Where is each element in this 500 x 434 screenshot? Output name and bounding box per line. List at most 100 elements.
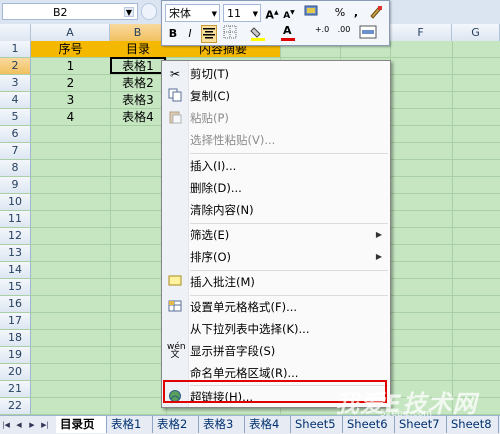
menu-item-clear-contents[interactable]: 清除内容(N) [190, 200, 388, 220]
column-header-a[interactable]: A [31, 24, 110, 41]
borders-icon [223, 25, 237, 39]
row-header[interactable]: 4 [0, 92, 31, 108]
row-header[interactable]: 12 [0, 228, 31, 244]
submenu-arrow-icon: ▶ [375, 252, 382, 261]
row-header[interactable]: 7 [0, 143, 31, 159]
accounting-icon [304, 5, 318, 16]
submenu-arrow-icon: ▶ [375, 230, 382, 239]
cell-a1[interactable]: 序号 [31, 41, 110, 57]
format-painter-icon [370, 6, 382, 19]
row-header[interactable]: 13 [0, 245, 31, 261]
row-header[interactable]: 9 [0, 177, 31, 193]
cell-a4[interactable]: 3 [31, 92, 110, 108]
sheet-tab[interactable]: 表格4 [245, 416, 291, 433]
sheet-tab[interactable]: 表格1 [107, 416, 153, 433]
menu-item-show-phonetic[interactable]: 显示拼音字段(S) [190, 341, 388, 361]
format-painter-button[interactable] [368, 4, 384, 22]
font-size-select[interactable]: 11 ▼ [223, 4, 261, 22]
row-header[interactable]: 5 [0, 109, 31, 125]
menu-item-sort[interactable]: 排序(O) ▶ [190, 247, 388, 267]
watermark-url: 52ebiz.com [380, 409, 433, 419]
chevron-down-icon: ▼ [211, 10, 217, 18]
menu-item-paste[interactable]: 粘贴(P) [190, 108, 388, 128]
cell-a2[interactable]: 1 [31, 58, 110, 74]
row-header[interactable]: 3 [0, 75, 31, 91]
accounting-format-button[interactable] [302, 4, 322, 22]
italic-button[interactable]: I [182, 25, 198, 43]
select-all-corner[interactable] [0, 24, 31, 41]
row-header[interactable]: 16 [0, 296, 31, 312]
row-header[interactable]: 18 [0, 330, 31, 346]
row-header[interactable]: 2 [0, 58, 31, 74]
row-header[interactable]: 14 [0, 262, 31, 278]
paste-icon [167, 110, 183, 126]
last-sheet-icon[interactable]: ▶| [39, 418, 51, 432]
increase-decimal-button[interactable]: +.0 [312, 25, 332, 44]
comment-icon [167, 274, 183, 290]
cell-b5[interactable]: 表格4 [110, 109, 166, 125]
name-box[interactable]: B2 ▼ [2, 3, 138, 20]
phonetic-icon: wén 文 [167, 342, 186, 360]
column-header-g[interactable]: G [452, 24, 500, 41]
cell-a3[interactable]: 2 [31, 75, 110, 91]
menu-item-pick-from-list[interactable]: 从下拉列表中选择(K)... [190, 319, 388, 339]
cell-b1[interactable]: 目录 [110, 41, 166, 57]
column-header-f[interactable]: F [390, 24, 452, 41]
copy-icon [167, 88, 183, 104]
row-header[interactable]: 8 [0, 160, 31, 176]
row-header[interactable]: 22 [0, 398, 31, 414]
first-sheet-icon[interactable]: |◀ [0, 418, 12, 432]
sheet-tab[interactable]: 表格3 [199, 416, 245, 433]
row-header[interactable]: 15 [0, 279, 31, 295]
menu-item-delete[interactable]: 删除(D)... [190, 178, 388, 198]
mini-toolbar: 宋体 ▼ 11 ▼ A▲ A▼ % , B I A +.0 .00 [161, 0, 390, 46]
row-header[interactable]: 17 [0, 313, 31, 329]
merge-cells-icon [359, 25, 377, 39]
scissors-icon: ✂ [169, 67, 181, 81]
merge-center-button[interactable] [358, 25, 378, 43]
menu-item-cut[interactable]: 剪切(T) [190, 64, 388, 84]
font-name-value: 宋体 [169, 7, 191, 20]
comma-button[interactable]: , [348, 4, 364, 22]
shrink-font-button[interactable]: A▼ [281, 4, 297, 22]
row-header[interactable]: 6 [0, 126, 31, 142]
font-color-bar [281, 38, 295, 41]
cell-b3[interactable]: 表格2 [110, 75, 166, 91]
percent-button[interactable]: % [332, 4, 348, 22]
cell-b4[interactable]: 表格3 [110, 92, 166, 108]
menu-item-sort-label: 排序(O) [190, 250, 232, 264]
grow-font-button[interactable]: A▲ [264, 4, 280, 22]
font-name-select[interactable]: 宋体 ▼ [165, 4, 220, 22]
decrease-decimal-label: .00 [337, 25, 351, 34]
sheet-tab[interactable]: 表格2 [153, 416, 199, 433]
fill-color-button[interactable] [250, 25, 266, 43]
borders-button[interactable] [222, 25, 238, 43]
font-color-button[interactable]: A [280, 24, 296, 43]
row-header[interactable]: 10 [0, 194, 31, 210]
row-header[interactable]: 20 [0, 364, 31, 380]
menu-item-copy[interactable]: 复制(C) [190, 86, 388, 106]
row-header[interactable]: 1 [0, 41, 31, 57]
function-icon[interactable] [141, 3, 157, 20]
sheet-tab[interactable]: 目录页 [56, 416, 107, 433]
menu-separator [190, 270, 388, 271]
menu-item-filter[interactable]: 筛选(E) ▶ [190, 225, 388, 245]
menu-item-insert[interactable]: 插入(I)... [190, 156, 388, 176]
fill-color-icon [250, 27, 265, 41]
row-header[interactable]: 19 [0, 347, 31, 363]
menu-item-insert-comment[interactable]: 插入批注(M) [190, 272, 388, 292]
cell-a5[interactable]: 4 [31, 109, 110, 125]
prev-sheet-icon[interactable]: ◀ [13, 418, 25, 432]
next-sheet-icon[interactable]: ▶ [26, 418, 38, 432]
active-cell-border [110, 57, 166, 74]
decrease-decimal-button[interactable]: .00 [334, 25, 354, 44]
center-align-button[interactable] [201, 25, 217, 43]
chevron-down-icon[interactable]: ▼ [124, 7, 134, 17]
column-header-b[interactable]: B [110, 24, 166, 41]
row-header[interactable]: 21 [0, 381, 31, 397]
menu-item-paste-special[interactable]: 选择性粘贴(V)... [190, 130, 388, 150]
bold-button[interactable]: B [165, 25, 181, 43]
name-box-value: B2 [53, 6, 68, 19]
row-header[interactable]: 11 [0, 211, 31, 227]
menu-item-format-cells[interactable]: 设置单元格格式(F)... [190, 297, 388, 317]
